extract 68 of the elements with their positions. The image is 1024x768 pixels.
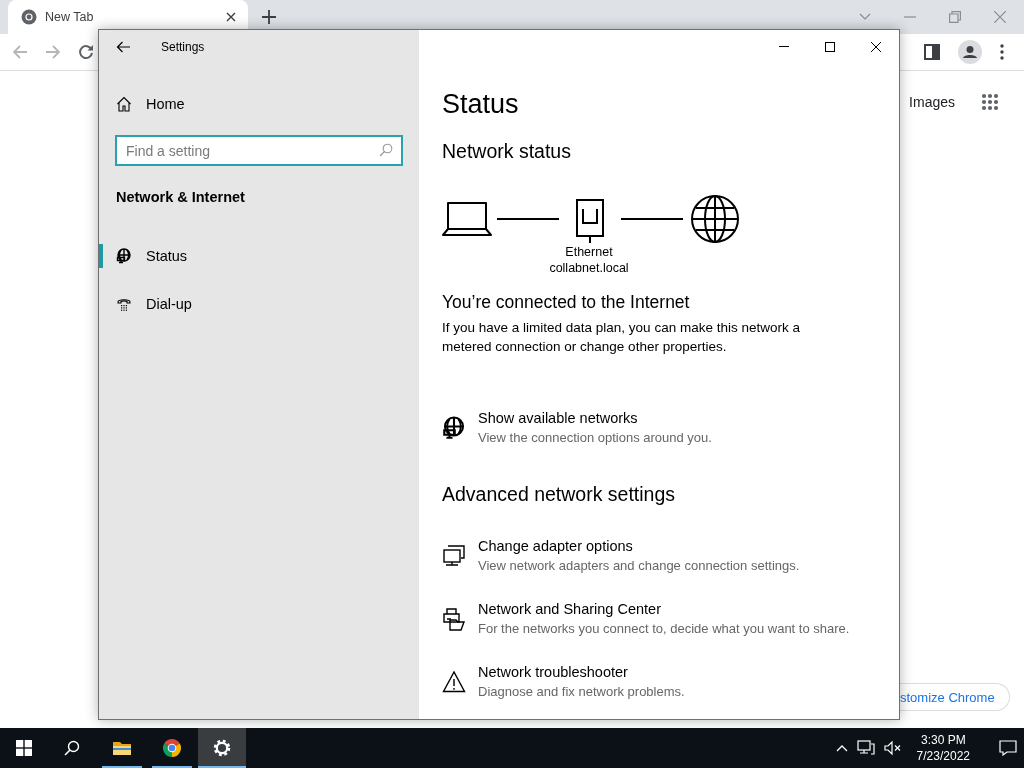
chevron-up-icon[interactable]: [835, 744, 848, 752]
reload-icon[interactable]: [78, 44, 94, 60]
link-title: Show available networks: [478, 409, 639, 428]
clock-date: 7/23/2022: [916, 748, 970, 764]
close-icon: [871, 41, 881, 52]
link-title: Network troubleshooter: [478, 663, 629, 682]
side-panel-icon[interactable]: [924, 44, 940, 60]
globe-monitor-icon: [116, 248, 132, 264]
monitors-icon: [442, 544, 466, 568]
settings-link[interactable]: Network troubleshooter Diagnose and fix network problems.: [442, 663, 850, 701]
header-link[interactable]: Images: [909, 94, 955, 110]
maximize-icon: [825, 41, 835, 52]
minimize-icon: [779, 46, 789, 47]
settings-link[interactable]: Network and Sharing Center For the networks you connect to, decide what you want to share.: [442, 600, 850, 638]
taskbar-app-button[interactable]: [198, 728, 246, 768]
close-icon[interactable]: [226, 12, 236, 22]
clock[interactable]: 3:30 PM 7/23/2022: [910, 732, 976, 764]
section-heading: Network & Internet: [116, 188, 246, 207]
apps-grid-icon[interactable]: [981, 93, 999, 111]
connection-description: If you have a limited data plan, you can make this network a metered connection or change other properties.: [442, 319, 801, 356]
tab-title: New Tab: [45, 10, 95, 24]
home-nav-item[interactable]: Home: [99, 88, 419, 120]
section-heading: Advanced network settings: [442, 482, 676, 507]
ethernet-port-icon: [576, 199, 604, 243]
speaker-muted-icon[interactable]: [883, 741, 902, 755]
link-description: View network adapters and change connection settings.: [478, 557, 800, 575]
link-title: Network and Sharing Center: [478, 600, 662, 619]
page-title: Status: [442, 88, 519, 121]
globe-monitor-icon: [442, 416, 466, 440]
link-description: View the connection options around you.: [478, 429, 712, 447]
notification-icon[interactable]: [999, 740, 1017, 756]
new-tab-icon[interactable]: [262, 10, 276, 24]
connection-heading: You’re connected to the Internet: [442, 291, 690, 314]
link-description: For the networks you connect to, decide what you want to share.: [478, 620, 850, 638]
network-icon[interactable]: [856, 740, 875, 756]
menu-dots-icon[interactable]: [1000, 44, 1004, 60]
clock-time: 3:30 PM: [919, 732, 967, 748]
restore-icon[interactable]: [949, 11, 961, 23]
warning-icon: [442, 670, 466, 694]
globe-icon: [690, 194, 740, 244]
printer-folder-icon: [442, 607, 466, 631]
laptop-icon: [442, 201, 492, 237]
browser-tab[interactable]: New Tab: [8, 0, 248, 34]
link-title: Change adapter options: [478, 537, 634, 556]
connection-line: [621, 218, 683, 220]
customize-button[interactable]: stomize Chrome: [900, 683, 1010, 711]
browser-logo-icon: [162, 738, 182, 758]
connection-line: [497, 218, 559, 220]
nav-item[interactable]: Status: [99, 236, 419, 276]
settings-link[interactable]: Change adapter options View network adapters and change connection settings.: [442, 537, 850, 575]
search-icon: [379, 143, 393, 157]
gear-icon: [212, 738, 232, 758]
search-field[interactable]: Find a setting: [115, 135, 403, 166]
browser-logo-icon: [21, 9, 37, 25]
windows-logo-icon: [16, 740, 32, 756]
phone-icon: [116, 296, 132, 312]
back-arrow-icon: [116, 40, 130, 53]
link-description: Diagnose and fix network problems.: [478, 683, 685, 701]
adapter-name: Ethernet: [565, 244, 613, 260]
window-title: Settings: [161, 39, 205, 54]
nav-item[interactable]: Dial-up: [99, 284, 419, 324]
chevron-down-icon[interactable]: [859, 13, 871, 21]
avatar-icon[interactable]: [958, 40, 982, 64]
section-heading: Network status: [442, 139, 571, 164]
settings-link[interactable]: Show available networks View the connection options around you.: [442, 409, 712, 447]
search-icon: [64, 740, 80, 756]
home-icon: [116, 96, 132, 112]
network-name: collabnet.local: [549, 260, 629, 276]
